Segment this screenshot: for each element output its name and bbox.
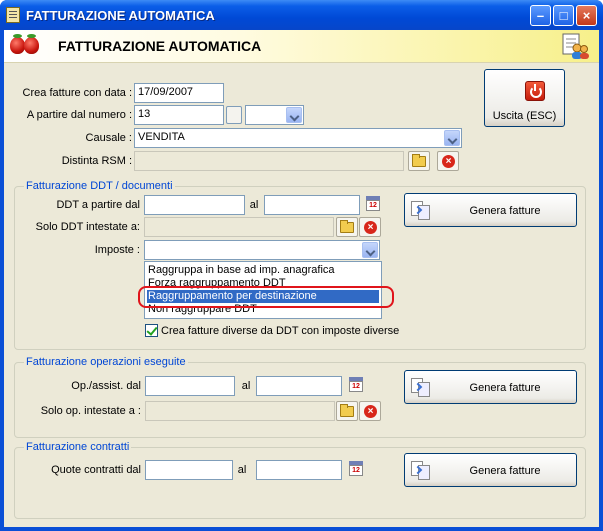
ddt-genera-label: Genera fatture [469,205,541,217]
folder-icon [340,220,354,233]
causale-label: Causale : [85,132,132,144]
folder-icon [412,154,426,167]
distinta-browse-button[interactable] [408,151,430,171]
generate-invoices-icon [411,199,433,221]
chevron-down-icon[interactable] [286,107,302,123]
calendar-icon[interactable]: 12 [347,376,365,394]
app-icon [6,7,20,23]
op-to-label: al [241,380,251,392]
op-browse-button[interactable] [336,401,358,421]
ddt-to-label: al [249,199,259,211]
ddt-to-input[interactable] [264,195,360,215]
partire-numero-label: A partire dal numero : [26,109,132,121]
ddt-from-input[interactable] [144,195,245,215]
contratti-from-input[interactable] [145,460,233,480]
imposte-diverse-checkbox[interactable] [145,324,158,337]
op-from-label: Op./assist. dal [71,380,141,392]
contratti-group-title: Fatturazione contratti [24,441,132,453]
minimize-button[interactable]: – [530,5,551,26]
contratti-to-label: al [237,464,247,476]
imposte-label: Imposte : [94,244,140,256]
causale-value: VENDITA [138,131,185,143]
crea-fatture-label: Crea fatture con data : [22,87,132,99]
contratti-from-label: Quote contratti dal [51,464,141,476]
title-bar[interactable]: FATTURAZIONE AUTOMATICA – □ × [0,0,603,30]
ddt-solo-label: Solo DDT intestate a: [35,221,140,233]
op-to-input[interactable] [256,376,342,396]
strawberry-icon [24,34,39,54]
ddt-from-label: DDT a partire dal [56,199,140,211]
imposte-combo[interactable] [144,240,380,260]
causale-combo[interactable]: VENDITA [134,128,462,148]
generate-invoices-icon [411,459,433,481]
close-button[interactable]: × [576,5,597,26]
calendar-icon[interactable]: 12 [347,460,365,478]
users-document-icon [562,33,589,59]
ddt-browse-button[interactable] [336,217,358,237]
generate-invoices-icon [411,376,433,398]
op-clear-button[interactable]: × [359,401,381,421]
header-title: FATTURAZIONE AUTOMATICA [58,38,262,54]
header-banner: FATTURAZIONE AUTOMATICA [4,30,599,63]
ddt-solo-input [144,217,334,237]
op-from-input[interactable] [145,376,235,396]
partire-numero-input[interactable]: 13 [134,105,224,125]
distinta-clear-button[interactable]: × [437,151,459,171]
window-title: FATTURAZIONE AUTOMATICA [26,8,215,23]
chevron-down-icon[interactable] [444,130,460,146]
contratti-genera-button[interactable]: Genera fatture [404,453,577,487]
calendar-icon[interactable]: 12 [364,195,382,213]
delete-icon: × [442,155,455,168]
maximize-button[interactable]: □ [553,5,574,26]
op-genera-label: Genera fatture [469,382,541,394]
exit-button[interactable]: Uscita (ESC) [484,69,565,127]
delete-icon: × [364,405,377,418]
ddt-genera-button[interactable]: Genera fatture [404,193,577,227]
highlight-annotation [138,286,394,308]
distinta-rsm-input [134,151,404,171]
numero-series-combo[interactable] [245,105,304,125]
window-bottom-border [0,527,603,531]
numero-picker-button[interactable] [226,106,242,124]
delete-icon: × [364,221,377,234]
op-solo-input [145,401,335,421]
list-item[interactable]: Raggruppa in base ad imp. anagrafica [147,264,335,277]
folder-icon [340,404,354,417]
crea-fatture-date-input[interactable]: 17/09/2007 [134,83,224,103]
exit-button-label: Uscita (ESC) [492,110,557,122]
imposte-diverse-label: Crea fatture diverse da DDT con imposte … [161,325,400,337]
strawberry-icon [10,34,25,54]
op-solo-label: Solo op. intestate a : [40,405,141,417]
contratti-genera-label: Genera fatture [469,465,541,477]
contratti-to-input[interactable] [256,460,342,480]
op-genera-button[interactable]: Genera fatture [404,370,577,404]
ddt-group-title: Fatturazione DDT / documenti [24,180,175,192]
operazioni-group-title: Fatturazione operazioni eseguite [24,356,188,368]
client-area: FATTURAZIONE AUTOMATICA Crea fatture con… [4,30,599,527]
ddt-clear-button[interactable]: × [359,217,381,237]
power-icon [525,81,545,101]
distinta-rsm-label: Distinta RSM : [61,155,132,167]
chevron-down-icon[interactable] [362,242,378,258]
